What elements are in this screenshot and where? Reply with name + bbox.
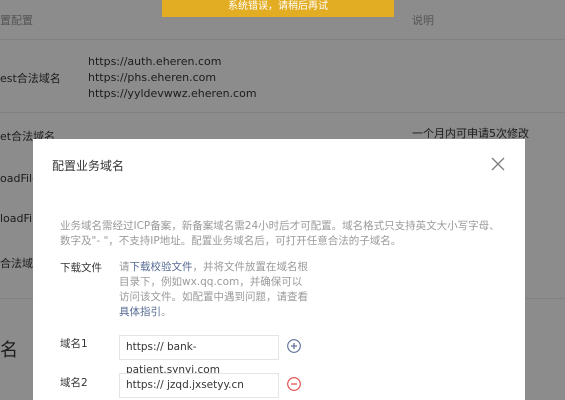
dialog-title: 配置业务域名 — [52, 159, 125, 173]
help-guide-link[interactable]: 具体指引 — [119, 306, 161, 318]
download-text-suffix: 。 — [161, 306, 172, 318]
configure-business-domain-dialog: 配置业务域名 业务域名需经过ICP备案，新备案域名需24小时后才可配置。域名格式… — [33, 139, 525, 400]
download-verification-file-link[interactable]: 下载校验文件 — [130, 261, 193, 273]
dialog-description: 业务域名需经过ICP备案，新备案域名需24小时后才可配置。域名格式只支持英文大小… — [60, 220, 500, 247]
error-toast-text: 系统错误，请稍后再试 — [228, 1, 328, 12]
download-text-prefix: 请 — [119, 261, 130, 273]
error-toast: 系统错误，请稍后再试 — [162, 0, 394, 17]
close-icon[interactable] — [489, 155, 507, 173]
download-file-label: 下载文件 — [60, 262, 102, 274]
domain2-label: 域名2 — [60, 377, 88, 389]
add-domain-icon[interactable] — [287, 339, 301, 353]
download-instructions: 请下载校验文件，并将文件放置在域名根目录下，例如wx.qq.com，并确保可以访… — [119, 260, 309, 320]
domain2-input[interactable]: https:// jzqd.jxsetyy.cn — [119, 373, 279, 398]
domain1-label: 域名1 — [60, 338, 88, 350]
domain1-input[interactable]: https:// bank-patient.synyi.com — [119, 335, 279, 376]
remove-domain-icon[interactable] — [287, 377, 301, 391]
